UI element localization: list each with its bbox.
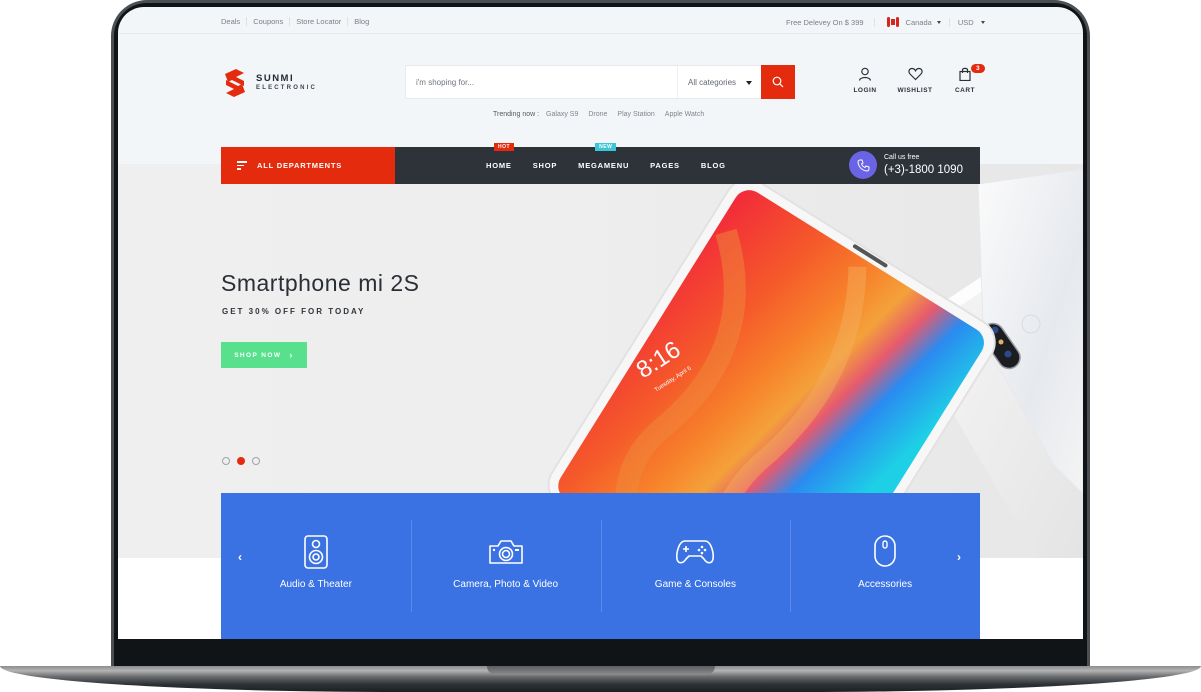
nav-item-label: PAGES	[650, 161, 680, 170]
cart-label: CART	[954, 87, 976, 94]
slider-dot-1[interactable]	[222, 457, 230, 465]
mouse-icon	[874, 535, 896, 567]
divider	[948, 17, 950, 27]
category-audio-theater[interactable]: Audio & Theater	[221, 493, 411, 639]
category-label: Audio & Theater	[279, 579, 352, 590]
main-navigation: ALL DEPARTMENTS HOT HOME SHOP NEW MEGAME…	[221, 143, 980, 184]
carousel-next-button[interactable]: ›	[957, 550, 961, 564]
top-link-blog[interactable]: Blog	[348, 17, 375, 26]
top-right: Free Delevey On $ 399 Canada USD	[786, 17, 985, 27]
hero-subtitle: GET 30% OFF FOR TODAY	[222, 307, 366, 316]
caret-down-icon	[936, 20, 941, 24]
hot-badge: HOT	[494, 143, 515, 151]
search-bar: All categories	[405, 65, 795, 99]
shopping-bag-icon	[959, 67, 971, 81]
shop-now-label: SHOP NOW	[234, 351, 282, 359]
call-text: Call us free (+3)-1800 1090	[884, 153, 963, 177]
nav-item-label: BLOG	[700, 161, 726, 170]
caret-down-icon	[746, 81, 752, 85]
country-selector[interactable]: Canada	[875, 17, 941, 27]
header-actions: LOGIN WISHLIST CART 3	[840, 64, 990, 94]
call-us-box[interactable]: Call us free (+3)-1800 1090	[849, 151, 963, 179]
nav-bar: HOT HOME SHOP NEW MEGAMENU PAGES BLOG Ca…	[395, 143, 980, 184]
user-icon	[858, 67, 872, 81]
logo-text: SUNMI ELECTRONIC	[256, 72, 317, 93]
category-label: Camera, Photo & Video	[453, 579, 559, 590]
call-number: (+3)-1800 1090	[884, 164, 963, 176]
nav-item-label: SHOP	[532, 161, 558, 170]
menu-icon	[237, 159, 247, 172]
top-links: Deals Coupons Store Locator Blog	[221, 17, 375, 26]
top-link-store-locator[interactable]: Store Locator	[290, 17, 347, 26]
category-game-consoles[interactable]: Game & Consoles	[600, 493, 791, 639]
country-label: Canada	[905, 17, 932, 27]
category-accessories[interactable]: Accessories	[790, 493, 980, 639]
brand-logo[interactable]: SUNMI ELECTRONIC	[222, 67, 317, 99]
login-button[interactable]: LOGIN	[840, 67, 890, 94]
trending-link[interactable]: Drone	[588, 111, 607, 118]
laptop-hinge-notch	[487, 666, 715, 675]
logo-mark-icon	[222, 67, 248, 99]
heart-icon	[907, 67, 923, 81]
canada-flag-icon	[886, 17, 899, 27]
trending-link[interactable]: Apple Watch	[665, 111, 704, 118]
category-label: Game & Consoles	[654, 579, 736, 590]
top-link-deals[interactable]: Deals	[221, 17, 246, 26]
currency-label: USD	[957, 17, 974, 27]
new-badge: NEW	[595, 143, 617, 151]
trending-link[interactable]: Galaxy S9	[546, 111, 578, 118]
nav-items: HOT HOME SHOP NEW MEGAMENU PAGES BLOG	[486, 143, 747, 170]
search-button[interactable]	[761, 65, 795, 99]
trending-searches: Trending now : Galaxy S9 Drone Play Stat…	[493, 111, 714, 118]
nav-item-label: MEGAMENU	[578, 161, 630, 170]
nav-item-blog[interactable]: BLOG	[701, 161, 726, 170]
currency-selector[interactable]: USD	[958, 18, 985, 27]
caret-down-icon	[980, 21, 985, 25]
all-departments-button[interactable]: ALL DEPARTMENTS	[221, 147, 395, 184]
brand-name: SUNMI	[256, 72, 295, 84]
top-link-coupons[interactable]: Coupons	[247, 17, 289, 26]
trending-link[interactable]: Play Station	[617, 111, 654, 118]
cart-count-badge: 3	[971, 64, 986, 73]
slider-dot-2[interactable]	[237, 457, 245, 465]
all-departments-label: ALL DEPARTMENTS	[257, 161, 343, 170]
camera-icon	[488, 540, 523, 564]
search-icon	[772, 76, 784, 88]
speaker-icon	[304, 535, 328, 569]
wishlist-button[interactable]: WISHLIST	[890, 67, 940, 94]
call-label: Call us free	[884, 154, 920, 161]
shipping-note: Free Delevey On $ 399	[786, 17, 864, 27]
shop-now-button[interactable]: SHOP NOW ›	[221, 342, 307, 368]
brand-tagline: ELECTRONIC	[256, 84, 317, 91]
phone-icon	[849, 151, 877, 179]
cart-button[interactable]: CART 3	[940, 64, 990, 94]
nav-item-shop[interactable]: SHOP	[533, 161, 557, 170]
category-carousel: ‹ Audio & Theater Camera, Photo & Video	[221, 493, 980, 639]
gamepad-icon	[676, 540, 715, 564]
chevron-right-icon: ›	[289, 350, 294, 360]
category-label: Accessories	[858, 579, 913, 590]
category-select[interactable]: All categories	[677, 66, 761, 98]
nav-item-pages[interactable]: PAGES	[650, 161, 680, 170]
slider-dot-3[interactable]	[252, 457, 260, 465]
browser-screen: Deals Coupons Store Locator Blog Free De…	[118, 7, 1083, 639]
nav-item-home[interactable]: HOT HOME	[486, 143, 515, 170]
nav-item-label: HOME	[486, 161, 512, 170]
search-input[interactable]	[406, 66, 677, 98]
top-bar: Deals Coupons Store Locator Blog Free De…	[118, 7, 1083, 34]
hero-title: Smartphone mi 2S	[221, 270, 420, 296]
login-label: LOGIN	[853, 87, 877, 94]
slider-dots	[222, 457, 267, 465]
nav-item-megamenu[interactable]: NEW MEGAMENU	[578, 143, 630, 170]
category-camera-photo-video[interactable]: Camera, Photo & Video	[410, 493, 601, 639]
trending-label: Trending now :	[493, 111, 540, 118]
category-select-value: All categories	[688, 77, 737, 87]
wishlist-label: WISHLIST	[897, 87, 933, 94]
